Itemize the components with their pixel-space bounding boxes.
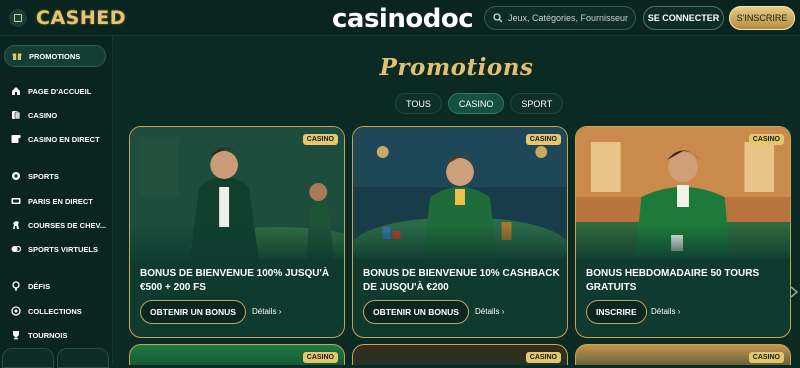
sidebar-item-label: PAGE D'ACCUEIL — [28, 86, 92, 96]
chevron-right-icon: › — [677, 307, 681, 316]
tab-sport[interactable]: SPORT — [510, 93, 564, 114]
category-badge: CASINO — [302, 134, 338, 145]
gift-icon — [12, 51, 22, 61]
live-tv-icon — [11, 196, 21, 206]
sidebar-item-casino[interactable]: CASINO — [4, 104, 106, 126]
virtual-sports-icon — [11, 244, 21, 254]
promo-card-partial[interactable]: CASINO — [129, 344, 345, 365]
chevron-right-icon: › — [278, 307, 282, 316]
chevron-right-icon: › — [501, 307, 505, 316]
tab-all[interactable]: TOUS — [395, 93, 442, 114]
login-button[interactable]: SE CONNECTER — [643, 6, 724, 30]
details-label: Détails — [475, 307, 500, 316]
sidebar-item-live-casino[interactable]: CASINO EN DIRECT — [4, 128, 106, 150]
category-badge: CASINO — [302, 352, 338, 363]
top-bar: CASHED casinodoc SE CONNECTER S'INSCRIRE — [0, 0, 800, 36]
sidebar-item-label: PROMOTIONS — [29, 51, 81, 61]
sidebar-item-label: DÉFIS — [28, 281, 51, 291]
details-link[interactable]: Détails › — [651, 307, 680, 316]
page-title: Promotions — [379, 54, 534, 81]
sidebar-item-label: CASINO — [28, 110, 58, 120]
promo-title: BONUS DE BIENVENUE 100% JUSQU'À €500 + 2… — [140, 268, 330, 293]
promo-card[interactable]: CASINO BONUS DE BIENVENUE 10% CASHBACK D… — [352, 126, 568, 338]
filter-tabs: TOUS CASINO SPORT — [395, 93, 564, 114]
sidebar-item-virtual-sports[interactable]: SPORTS VIRTUELS — [4, 238, 106, 260]
trophy-icon — [11, 281, 21, 291]
sidebar-item-tournaments[interactable]: TOURNOIS — [4, 324, 106, 346]
details-link[interactable]: Détails › — [252, 307, 281, 316]
category-badge: CASINO — [525, 352, 561, 363]
get-bonus-button[interactable]: OBTENIR UN BONUS — [363, 300, 469, 324]
collections-icon — [11, 306, 21, 316]
scroll-handle-icon[interactable] — [788, 285, 800, 299]
search-box[interactable] — [484, 6, 636, 30]
home-icon — [11, 86, 21, 96]
sidebar-item-live-betting[interactable]: PARIS EN DIRECT — [4, 190, 106, 212]
search-icon — [493, 13, 503, 23]
cards-icon — [11, 110, 21, 120]
sidebar-item-challenges[interactable]: DÉFIS — [4, 275, 106, 297]
sidebar: PROMOTIONS PAGE D'ACCUEIL CASINO CASINO … — [0, 36, 113, 368]
sports-icon — [11, 171, 21, 181]
cashed-logo[interactable]: CASHED — [36, 7, 126, 29]
sidebar-item-label: PARIS EN DIRECT — [28, 196, 93, 206]
image-shade — [576, 225, 790, 265]
image-shade — [130, 225, 344, 265]
signup-promo-button[interactable]: INSCRIRE — [586, 300, 647, 324]
category-badge: CASINO — [748, 134, 784, 145]
sidebar-item-home[interactable]: PAGE D'ACCUEIL — [4, 80, 106, 102]
sidebar-item-collections[interactable]: COLLECTIONS — [4, 300, 106, 322]
details-label: Détails — [252, 307, 277, 316]
main-content: Promotions TOUS CASINO SPORT CASINO BONU… — [113, 36, 800, 365]
sidebar-item-label: COURSES DE CHEV... — [28, 220, 107, 230]
promo-card[interactable]: CASINO BONUS DE BIENVENUE 100% JUSQU'À €… — [129, 126, 345, 338]
sidebar-item-label: COLLECTIONS — [28, 306, 82, 316]
sidebar-item-label: CASINO EN DIRECT — [28, 134, 100, 144]
promo-card-partial[interactable]: CASINO — [575, 344, 791, 365]
promo-title: BONUS DE BIENVENUE 10% CASHBACK DE JUSQU… — [363, 268, 560, 293]
category-badge: CASINO — [525, 134, 561, 145]
signup-button[interactable]: S'INSCRIRE — [729, 6, 795, 30]
sidebar-toggle-icon — [14, 14, 22, 22]
sidebar-item-sports[interactable]: SPORTS — [4, 165, 106, 187]
search-input[interactable] — [508, 13, 628, 23]
get-bonus-button[interactable]: OBTENIR UN BONUS — [140, 300, 246, 324]
image-shade — [353, 225, 567, 265]
tab-casino[interactable]: CASINO — [447, 93, 505, 114]
horse-icon — [11, 220, 21, 230]
details-label: Détails — [651, 307, 676, 316]
promo-title: BONUS HEBDOMADAIRE 50 TOURS GRATUITS — [586, 268, 760, 293]
promo-card[interactable]: CASINO BONUS HEBDOMADAIRE 50 TOURS GRATU… — [575, 126, 791, 338]
promo-card-partial[interactable]: CASINO — [352, 344, 568, 365]
sidebar-item-label: TOURNOIS — [28, 330, 68, 340]
cup-icon — [11, 330, 21, 340]
sidebar-toggle-button[interactable] — [9, 9, 27, 27]
sidebar-item-horse-racing[interactable]: COURSES DE CHEV... — [4, 214, 106, 236]
sidebar-bottom-button-left[interactable] — [2, 348, 54, 368]
sidebar-bottom-button-right[interactable] — [57, 348, 109, 368]
sidebar-item-label: SPORTS — [28, 171, 59, 181]
sidebar-item-promotions[interactable]: PROMOTIONS — [4, 45, 106, 67]
details-link[interactable]: Détails › — [475, 307, 504, 316]
sidebar-item-label: SPORTS VIRTUELS — [28, 244, 99, 254]
casinodoc-brand: casinodoc — [332, 4, 474, 34]
live-cards-icon — [11, 134, 21, 144]
category-badge: CASINO — [748, 352, 784, 363]
